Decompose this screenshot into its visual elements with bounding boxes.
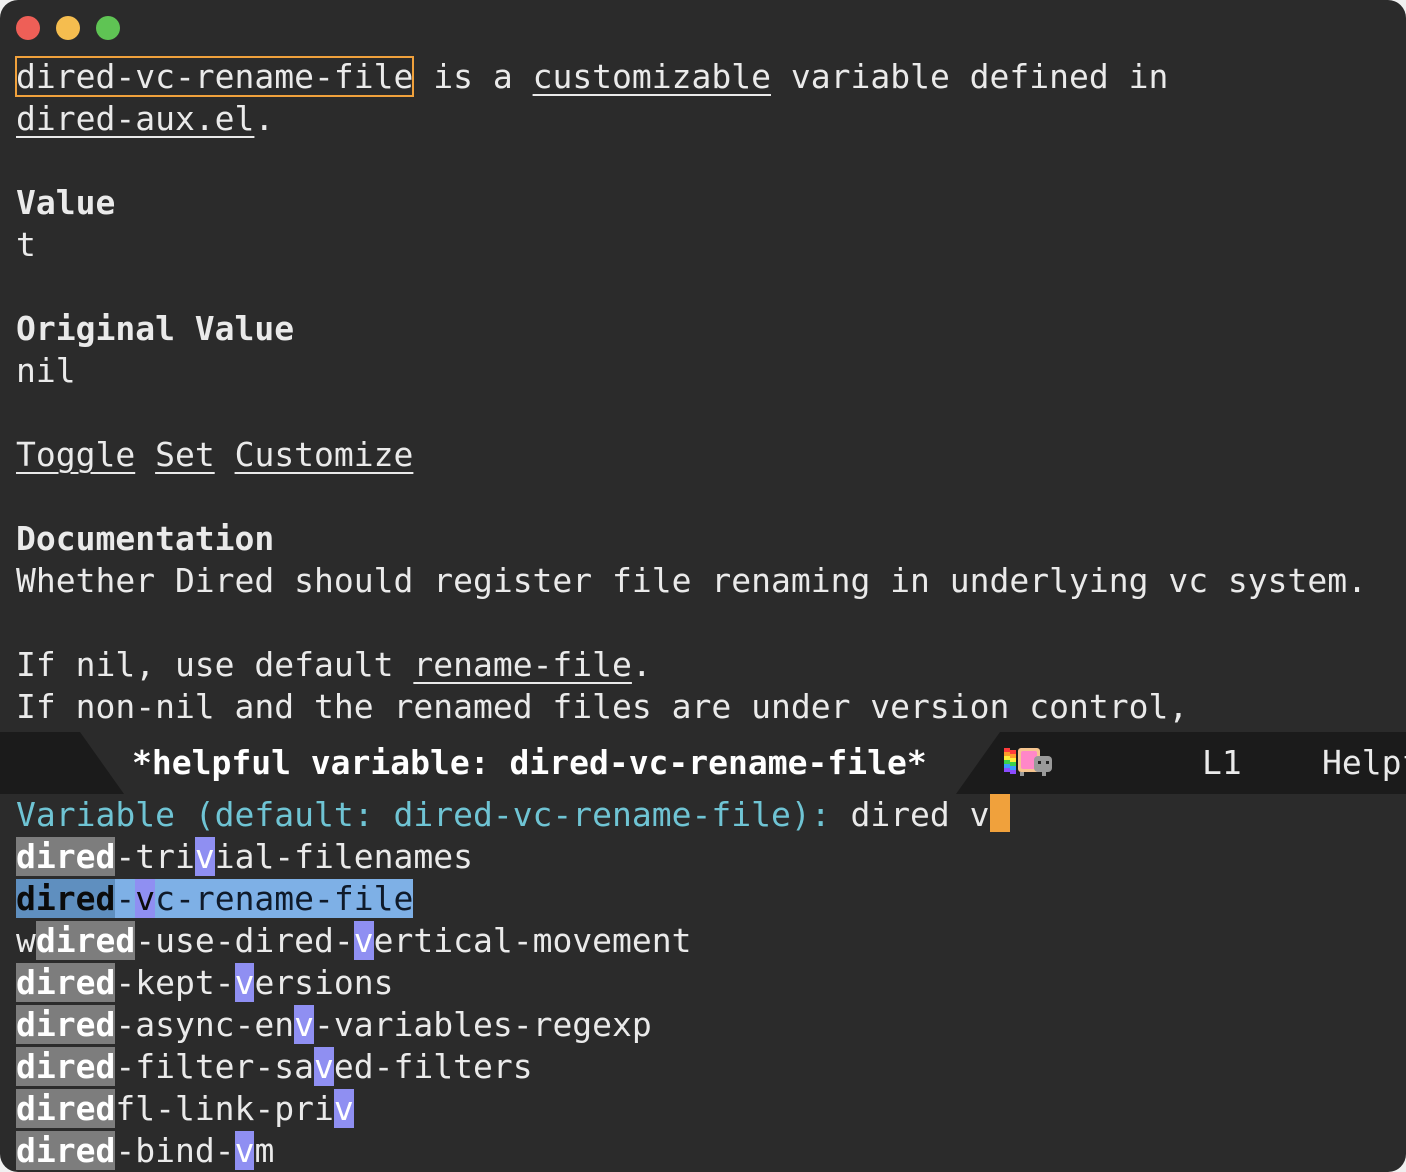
candidate-segment: w [16,921,36,960]
source-file-link[interactable]: dired-aux.el [16,99,254,138]
completion-candidate[interactable]: dired-filter-saved-filters [16,1046,533,1088]
candidate-segment: m [254,1131,275,1170]
match-dired: dired [16,879,116,918]
minibuffer-input[interactable]: dired v [850,795,989,834]
completion-candidate[interactable]: dired-async-env-variables-regexp [16,1004,652,1046]
match-v: v [294,1005,315,1044]
documentation-heading: Documentation [16,519,275,558]
completion-candidate[interactable]: dired-kept-versions [16,962,394,1004]
match-v: v [353,921,374,960]
candidate-text: dired-trivial-filenames [16,837,473,876]
customize-button[interactable]: Customize [235,435,414,474]
candidate-segment: ersions [254,963,394,1002]
candidate-segment: ial-filenames [214,837,473,876]
match-v: v [234,963,255,1002]
candidate-text: wdired-use-dired-vertical-movement [16,921,692,960]
toggle-button[interactable]: Toggle [16,435,135,474]
candidate-segment: -bind- [115,1131,235,1170]
match-dired: dired [16,837,116,876]
candidate-text: dired-vc-rename-file [16,879,414,918]
completion-candidate-selected[interactable]: dired-vc-rename-file [16,878,414,920]
rename-file-link[interactable]: rename-file [413,645,632,684]
heading-variable-name: dired-vc-rename-file [14,56,415,97]
line-number: L1 [1202,743,1242,782]
documentation-line-2: If nil, use default rename-file. [16,645,652,684]
completion-candidate[interactable]: dired-bind-vm [16,1130,274,1172]
candidate-text: dired-filter-saved-filters [16,1047,533,1086]
match-v: v [135,879,156,918]
match-v: v [333,1089,354,1128]
candidate-segment: -use-dired- [135,921,354,960]
candidate-segment: -variables-regexp [314,1005,652,1044]
nyan-cat-icon [1004,748,1052,776]
major-mode: Helpf [1322,743,1406,782]
candidate-text: diredfl-link-priv [16,1089,354,1128]
minibuffer-prompt-line: Variable (default: dired-vc-rename-file)… [16,794,1010,836]
candidate-segment: ertical-movement [373,921,692,960]
mode-line: *helpful variable: dired-vc-rename-file*… [0,732,1406,794]
close-window-button[interactable] [16,16,40,40]
match-dired: dired [35,921,136,960]
candidate-text: dired-async-env-variables-regexp [16,1005,652,1044]
customizable-link[interactable]: customizable [533,57,771,96]
buffer-name: *helpful variable: dired-vc-rename-file* [132,743,927,782]
original-value-heading: Original Value [16,309,295,348]
maximize-window-button[interactable] [96,16,120,40]
candidate-segment: -kept- [115,963,235,1002]
emacs-window: dired-vc-rename-file is a customizable v… [0,0,1406,1172]
minimize-window-button[interactable] [56,16,80,40]
candidate-text: dired-kept-versions [16,963,394,1002]
candidate-segment: - [115,879,136,918]
candidate-segment: -async-en [115,1005,295,1044]
match-v: v [314,1047,334,1086]
original-value: nil [16,351,76,390]
completion-candidate[interactable]: dired-trivial-filenames [16,836,473,878]
defined-in-line: dired-aux.el. [16,99,275,138]
current-value: t [16,225,36,264]
match-dired: dired [16,1047,116,1086]
match-dired: dired [16,963,116,1002]
candidate-segment: fl-link-pri [115,1089,334,1128]
documentation-line-1: Whether Dired should register file renam… [16,561,1368,600]
variable-action-buttons: Toggle Set Customize [16,434,413,476]
help-heading-line: dired-vc-rename-file is a customizable v… [14,56,1169,97]
set-button[interactable]: Set [155,435,215,474]
match-dired: dired [16,1005,116,1044]
match-v: v [194,837,215,876]
candidate-segment: c-rename-file [155,879,414,918]
value-heading: Value [16,183,116,222]
match-v: v [234,1131,255,1170]
completion-candidate[interactable]: diredfl-link-priv [16,1088,354,1130]
match-dired: dired [16,1089,116,1128]
documentation-line-3: If non-nil and the renamed files are und… [16,687,1189,726]
text-cursor [989,794,1010,832]
match-dired: dired [16,1131,116,1170]
candidate-segment: ed-filters [333,1047,533,1086]
candidate-segment: -filter-sa [115,1047,315,1086]
candidate-text: dired-bind-vm [16,1131,274,1170]
candidate-segment: -tri [115,837,195,876]
completion-candidate[interactable]: wdired-use-dired-vertical-movement [16,920,692,962]
minibuffer-prompt: Variable (default: dired-vc-rename-file)… [16,795,851,834]
